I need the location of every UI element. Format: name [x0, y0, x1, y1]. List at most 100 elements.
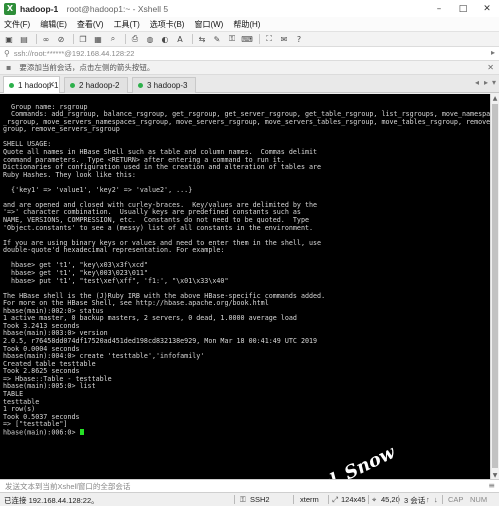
menu-tools[interactable]: 工具(T): [114, 19, 140, 30]
connected-dot-icon: [9, 82, 14, 88]
chat-icon[interactable]: ✉: [278, 33, 290, 45]
window-title: hadoop-1 root@hadoop1:~ - Xshell 5: [20, 4, 168, 14]
minimize-icon[interactable]: –: [427, 0, 451, 17]
menu-tabs[interactable]: 选项卡(B): [150, 19, 185, 30]
connection-status: 已连接 192.168.44.128:22。: [4, 496, 99, 505]
protocol-icon: ⚿: [240, 495, 246, 504]
status-divider: [234, 495, 235, 504]
tab-label: 2 hadoop-2: [79, 81, 120, 90]
scroll-down-icon[interactable]: ▼: [491, 471, 499, 479]
session-name: hadoop-1: [20, 3, 59, 14]
watermark: Dcl_Snow: [303, 441, 399, 479]
font-icon[interactable]: A: [174, 33, 186, 45]
fullscreen-icon[interactable]: ⛶: [263, 33, 275, 45]
status-bar: 已连接 192.168.44.128:22。 ⚿ SSH2 xterm ⤢ 12…: [0, 492, 499, 506]
color-scheme-icon[interactable]: ◐: [159, 33, 171, 45]
menu-view[interactable]: 查看(V): [77, 19, 104, 30]
open-folder-icon[interactable]: ▤: [18, 33, 30, 45]
tab-scroll-left-icon[interactable]: ◂: [475, 78, 479, 87]
menu-bar: 文件(F) 编辑(E) 查看(V) 工具(T) 选项卡(B) 窗口(W) 帮助(…: [0, 17, 499, 31]
terminal-line: 'Object.constants' to see a (messy) list…: [3, 223, 314, 232]
tab-hadoop-3[interactable]: 3 hadoop-3: [132, 77, 196, 93]
link-icon[interactable]: ∞: [40, 33, 52, 45]
new-session-icon[interactable]: ▣: [3, 33, 15, 45]
terminal-line: TABLE: [3, 389, 24, 398]
tab-scroll-right-icon[interactable]: ▸: [484, 78, 488, 87]
help-icon[interactable]: ?: [293, 33, 305, 45]
caps-lock-indicator: CAP: [448, 495, 464, 504]
session-up-icon[interactable]: ↑: [426, 495, 430, 504]
menu-icon[interactable]: ≡: [488, 481, 495, 490]
terminal-prompt: hbase(main):006:0>: [3, 428, 80, 437]
vertical-scrollbar[interactable]: ▲ ▼: [490, 94, 499, 479]
hint-text: 要添加当前会话，点击左侧的箭头按钮。: [19, 63, 155, 72]
cursor-position: 45,20: [381, 495, 400, 504]
toolbar-divider: [73, 34, 74, 44]
toolbar: ▣ ▤ ∞ ⊘ ❐ ▦ ⌕ ⎙ ◍ ◐ A ⇆ ✎ ⚿ ⌨ ⛶ ✉ ?: [0, 31, 499, 46]
address-bar: ⚲ ssh://root:******@192.168.44.128:22 ▸: [0, 46, 499, 60]
copy-icon[interactable]: ❐: [77, 33, 89, 45]
toolbar-divider: [259, 34, 260, 44]
script-icon[interactable]: ✎: [211, 33, 223, 45]
tab-hadoop-1[interactable]: 1 hadoop-1 ✕: [3, 76, 60, 93]
toolbar-divider: [36, 34, 37, 44]
resize-icon: ⤢: [332, 495, 338, 504]
menu-file[interactable]: 文件(F): [4, 19, 30, 30]
protocol: SSH2: [250, 495, 270, 504]
dropdown-arrow-icon[interactable]: ▸: [491, 48, 495, 57]
tab-hadoop-2[interactable]: 2 hadoop-2: [64, 77, 128, 93]
scroll-up-icon[interactable]: ▲: [491, 94, 499, 102]
cursor-position-icon: ⌖: [372, 495, 377, 504]
status-divider: [328, 495, 329, 504]
num-lock-indicator: NUM: [470, 495, 488, 504]
terminal-line: hbase> put 't1', "test\xef\xff", 'f1:', …: [3, 276, 229, 285]
terminal-line: Ruby Hashes. They look like this:: [3, 170, 136, 179]
terminal-output: Group name: rsgroup Commands: add_rsgrou…: [3, 96, 490, 429]
tab-menu-icon[interactable]: ▾: [492, 78, 496, 87]
hint-bar: ▪ 要添加当前会话，点击左侧的箭头按钮。 ✕: [0, 60, 499, 75]
close-tab-icon[interactable]: ✕: [48, 80, 55, 89]
toolbar-divider: [125, 34, 126, 44]
keyboard-icon[interactable]: ⌨: [241, 33, 253, 45]
toolbar-divider: [192, 34, 193, 44]
lock-icon: ⚲: [4, 49, 10, 58]
search-icon[interactable]: ⌕: [107, 33, 119, 45]
info-icon: ▪: [6, 63, 12, 72]
print-icon[interactable]: ⎙: [129, 33, 141, 45]
scroll-thumb[interactable]: [492, 104, 498, 468]
lock-icon[interactable]: ⚿: [226, 33, 238, 45]
status-divider: [293, 495, 294, 504]
menu-window[interactable]: 窗口(W): [194, 19, 223, 30]
maximize-icon[interactable]: □: [451, 0, 475, 17]
terminal-line: testtable: [3, 397, 40, 406]
close-icon[interactable]: ✕: [487, 63, 494, 72]
terminal-line: hbase(main):005:0> list: [3, 382, 96, 391]
menu-edit[interactable]: 编辑(E): [40, 19, 67, 30]
terminal-area[interactable]: Group name: rsgroup Commands: add_rsgrou…: [0, 94, 490, 479]
terminal-size: 124x45: [341, 495, 366, 504]
address-input[interactable]: ssh://root:******@192.168.44.128:22: [14, 49, 135, 58]
window-subtitle: root@hadoop1:~ - Xshell 5: [66, 3, 169, 14]
terminal-line: {'key1' => 'value1', 'key2' => 'value2',…: [3, 185, 193, 194]
status-divider: [442, 495, 443, 504]
session-down-icon[interactable]: ↓: [434, 495, 438, 504]
paste-icon[interactable]: ▦: [92, 33, 104, 45]
compose-bar: 发送文本到当前Xshell窗口的全部会话 ≡: [0, 479, 499, 492]
tab-label: 3 hadoop-3: [147, 81, 188, 90]
terminal-cursor: [79, 428, 84, 436]
close-icon[interactable]: ✕: [475, 0, 499, 17]
xftp-icon[interactable]: ⇆: [196, 33, 208, 45]
status-divider: [368, 495, 369, 504]
compose-input[interactable]: 发送文本到当前Xshell窗口的全部会话: [5, 481, 130, 492]
terminal-line: Took 0.5037 seconds: [3, 412, 80, 421]
disconnect-icon[interactable]: ⊘: [55, 33, 67, 45]
status-divider: [398, 495, 399, 504]
xshell-icon: X: [4, 2, 16, 15]
title-bar: X hadoop-1 root@hadoop1:~ - Xshell 5 – □…: [0, 0, 499, 17]
session-count: 3 会话: [404, 496, 426, 505]
menu-help[interactable]: 帮助(H): [233, 19, 260, 30]
connected-dot-icon: [138, 83, 143, 88]
globe-icon[interactable]: ◍: [144, 33, 156, 45]
connected-dot-icon: [70, 83, 75, 88]
